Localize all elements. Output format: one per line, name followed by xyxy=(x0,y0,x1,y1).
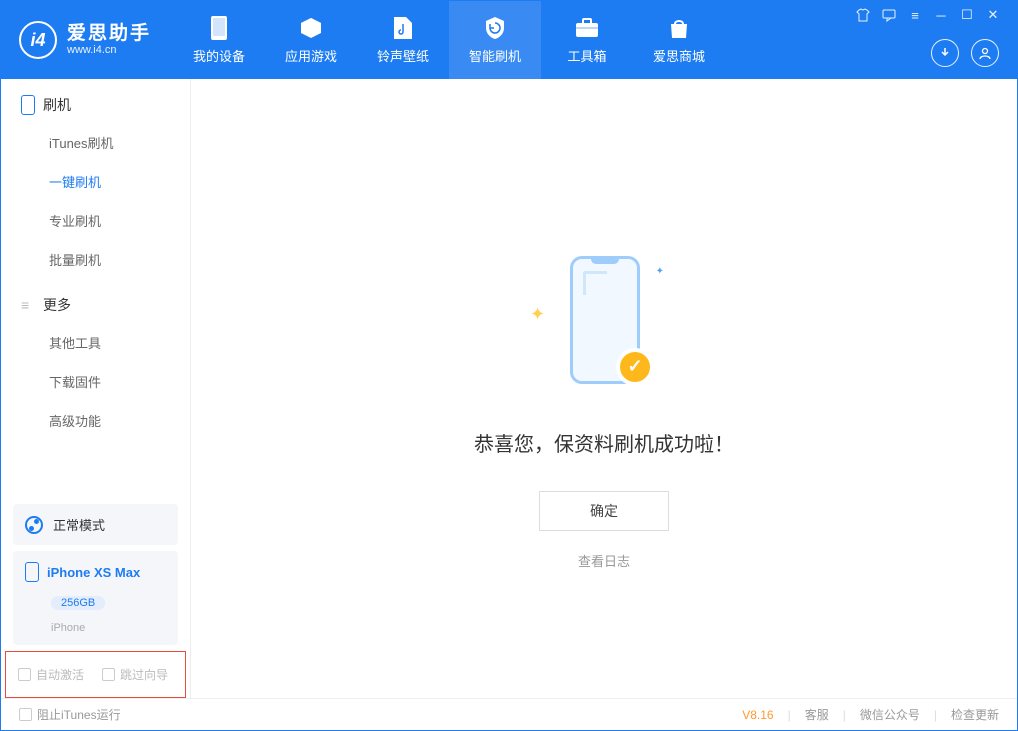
sparkle-icon: ✦ xyxy=(530,304,545,325)
toolbox-icon xyxy=(574,15,600,41)
device-outline-icon xyxy=(21,95,35,115)
close-icon[interactable]: ✕ xyxy=(985,7,1001,23)
maximize-icon[interactable]: ☐ xyxy=(959,7,975,23)
sidebar-section-more: ≡ 更多 xyxy=(1,279,190,323)
ok-button[interactable]: 确定 xyxy=(539,491,669,531)
auto-activate-checkbox[interactable]: 自动激活 xyxy=(18,666,84,683)
mode-icon xyxy=(25,516,43,534)
header: i4 爱思助手 www.i4.cn 我的设备 应用游戏 铃声壁纸 xyxy=(1,1,1017,79)
view-log-link[interactable]: 查看日志 xyxy=(578,551,630,570)
footer-link-service[interactable]: 客服 xyxy=(805,706,829,723)
nav-smart-flash[interactable]: 智能刷机 xyxy=(449,1,541,79)
footer-link-update[interactable]: 检查更新 xyxy=(951,706,999,723)
footer-link-wechat[interactable]: 微信公众号 xyxy=(860,706,920,723)
sidebar-item-itunes-flash[interactable]: iTunes刷机 xyxy=(1,123,190,162)
device-card[interactable]: iPhone XS Max 256GB iPhone xyxy=(13,551,178,645)
sidebar-item-advanced[interactable]: 高级功能 xyxy=(1,401,190,440)
logo-icon: i4 xyxy=(19,21,57,59)
success-message: 恭喜您，保资料刷机成功啦！ xyxy=(474,428,734,457)
nav-store[interactable]: 爱思商城 xyxy=(633,1,725,79)
top-nav: 我的设备 应用游戏 铃声壁纸 智能刷机 工具箱 xyxy=(173,1,725,79)
nav-apps-games[interactable]: 应用游戏 xyxy=(265,1,357,79)
mode-card[interactable]: 正常模式 xyxy=(13,504,178,545)
phone-icon xyxy=(25,562,39,582)
block-itunes-checkbox[interactable]: 阻止iTunes运行 xyxy=(19,706,121,723)
device-type: iPhone xyxy=(51,622,85,634)
nav-my-device[interactable]: 我的设备 xyxy=(173,1,265,79)
version-label: V8.16 xyxy=(742,708,773,722)
cube-icon xyxy=(298,15,324,41)
sidebar-item-other-tools[interactable]: 其他工具 xyxy=(1,323,190,362)
brand-url: www.i4.cn xyxy=(67,45,151,56)
logo-area: i4 爱思助手 www.i4.cn xyxy=(1,1,173,79)
minimize-icon[interactable]: ─ xyxy=(933,7,949,23)
checkbox-icon xyxy=(19,708,32,721)
capacity-badge: 256GB xyxy=(51,596,105,610)
music-file-icon xyxy=(390,15,416,41)
list-icon: ≡ xyxy=(21,297,35,313)
checkbox-icon xyxy=(102,668,115,681)
content-area: ✦ ✦ ✓ 恭喜您，保资料刷机成功啦！ 确定 查看日志 xyxy=(191,79,1017,698)
nav-ringtone-wallpaper[interactable]: 铃声壁纸 xyxy=(357,1,449,79)
device-icon xyxy=(206,15,232,41)
footer: 阻止iTunes运行 V8.16 | 客服 | 微信公众号 | 检查更新 xyxy=(1,698,1017,730)
success-illustration: ✦ ✦ ✓ xyxy=(514,248,694,398)
checkbox-row-highlighted: 自动激活 跳过向导 xyxy=(5,651,186,698)
window-controls: ≡ ─ ☐ ✕ xyxy=(855,1,1007,23)
nav-toolbox[interactable]: 工具箱 xyxy=(541,1,633,79)
sidebar-item-pro-flash[interactable]: 专业刷机 xyxy=(1,201,190,240)
user-button[interactable] xyxy=(971,39,999,67)
tshirt-icon[interactable] xyxy=(855,7,871,23)
sidebar-section-flash: 刷机 xyxy=(1,79,190,123)
sidebar: 刷机 iTunes刷机 一键刷机 专业刷机 批量刷机 ≡ 更多 其他工具 下载固… xyxy=(1,79,191,698)
sidebar-item-batch-flash[interactable]: 批量刷机 xyxy=(1,240,190,279)
sidebar-item-oneclick-flash[interactable]: 一键刷机 xyxy=(1,162,190,201)
shield-sync-icon xyxy=(482,15,508,41)
download-button[interactable] xyxy=(931,39,959,67)
checkbox-icon xyxy=(18,668,31,681)
sidebar-item-download-firmware[interactable]: 下载固件 xyxy=(1,362,190,401)
sparkle-icon: ✦ xyxy=(656,266,664,277)
checkmark-badge-icon: ✓ xyxy=(616,348,654,386)
bag-icon xyxy=(666,15,692,41)
brand-name: 爱思助手 xyxy=(67,24,151,43)
mode-label: 正常模式 xyxy=(53,515,105,534)
device-name: iPhone XS Max xyxy=(47,565,140,580)
skip-guide-checkbox[interactable]: 跳过向导 xyxy=(102,666,168,683)
menu-icon[interactable]: ≡ xyxy=(907,7,923,23)
feedback-icon[interactable] xyxy=(881,7,897,23)
